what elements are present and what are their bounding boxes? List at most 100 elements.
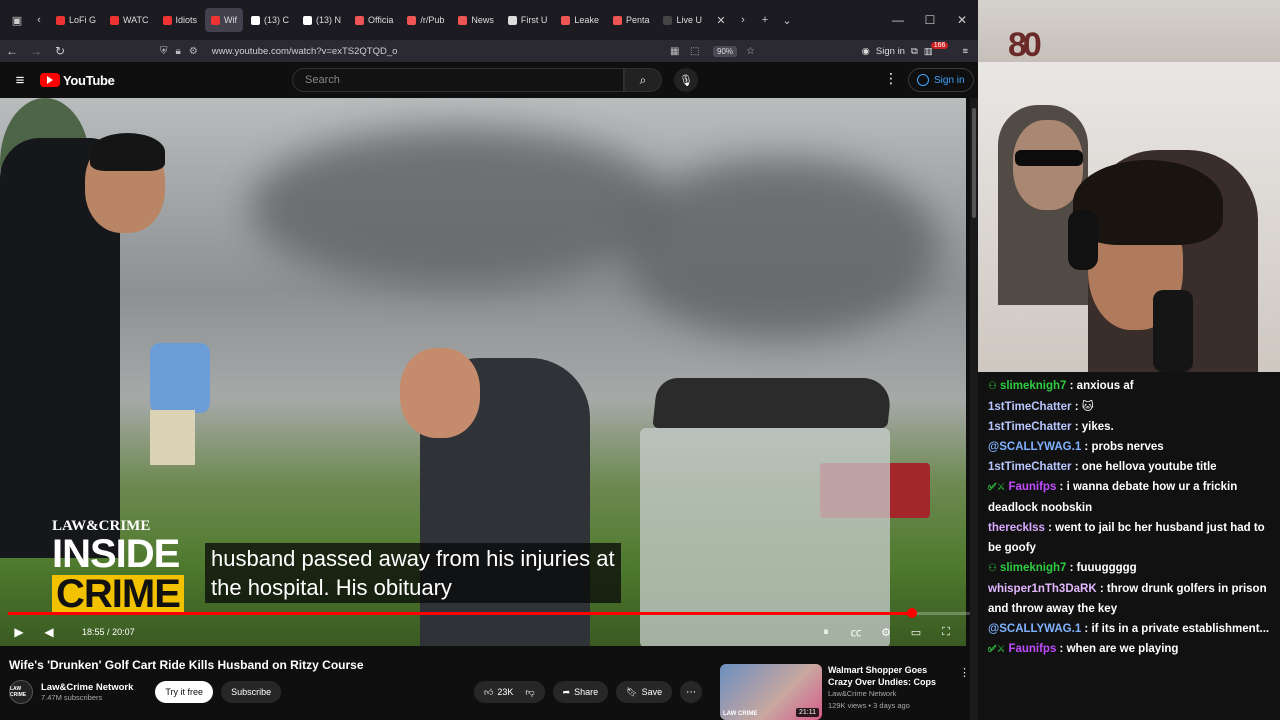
thumbs-down-icon[interactable]: 👎︎: [525, 687, 534, 698]
share-button[interactable]: ➦ Share: [552, 681, 609, 703]
youtube-sign-in-button[interactable]: Sign in: [908, 68, 974, 92]
settings-gear-icon[interactable]: ⚙: [874, 620, 898, 644]
browser-tab[interactable]: Officia: [349, 8, 399, 32]
chat-username[interactable]: 1stTimeChatter: [988, 401, 1072, 413]
volume-icon[interactable]: ◀︎: [34, 620, 64, 644]
extensions-icon[interactable]: ⧉: [911, 46, 918, 57]
browser-tab[interactable]: (13) N: [297, 8, 347, 32]
chat-username[interactable]: thereckIss: [988, 522, 1045, 534]
maximize-icon[interactable]: ☐: [914, 0, 946, 40]
tab-favicon-icon: [110, 15, 119, 25]
account-icon[interactable]: ◉: [862, 46, 870, 57]
list-tabs-icon[interactable]: ⌄: [776, 8, 798, 32]
scrollbar-thumb[interactable]: [972, 108, 976, 218]
tab-scroll-right-icon[interactable]: ›: [732, 8, 754, 32]
chat-username[interactable]: slimeknigh7: [1000, 562, 1066, 574]
autoplay-toggle-icon[interactable]: ⏸: [814, 620, 838, 644]
chat-message: ✅︎⚔ Faunifps : when are we playing: [988, 639, 1272, 660]
browser-tab[interactable]: Idiots: [157, 8, 204, 32]
video-actions: 👍︎ 23K 👎︎ ➦ Share 🔖︎ Save ⋯: [474, 681, 703, 703]
browser-tab[interactable]: (13) C: [245, 8, 295, 32]
browser-tab[interactable]: /r/Pub: [401, 8, 450, 32]
picture-icon[interactable]: ▦: [670, 46, 679, 57]
try-free-button[interactable]: Try it free: [155, 681, 214, 703]
chat-username[interactable]: 1stTimeChatter: [988, 421, 1072, 433]
video-golf-cart-roof: [652, 378, 893, 428]
page-scrollbar[interactable]: [970, 98, 978, 720]
search-icon: ⌕: [639, 72, 647, 87]
video-player[interactable]: LAW&CRIME INSIDE CRIME husband passed aw…: [0, 98, 966, 646]
back-icon[interactable]: ←: [0, 40, 24, 62]
tab-close-icon[interactable]: ✕: [710, 8, 732, 32]
search-input[interactable]: Search: [292, 68, 624, 92]
tab-label: Live U: [676, 15, 702, 25]
chat-separator: :: [1066, 562, 1077, 574]
chat-username[interactable]: @SCALLYWAG.1: [988, 623, 1081, 635]
play-icon[interactable]: ▶: [4, 620, 34, 644]
like-button[interactable]: 👍︎ 23K 👎︎: [474, 681, 545, 703]
tab-overview-icon[interactable]: ▣: [6, 8, 28, 32]
menu-icon[interactable]: ≡: [962, 46, 968, 57]
tab-label: /r/Pub: [420, 15, 445, 25]
recommended-video[interactable]: LAW CRIME 21:11 Walmart Shopper Goes Cra…: [720, 664, 970, 720]
browser-tab[interactable]: Penta: [607, 8, 656, 32]
subscribe-button[interactable]: Subscribe: [221, 681, 282, 703]
bookmark-star-icon[interactable]: ☆: [746, 46, 755, 57]
browser-tab[interactable]: First U: [502, 8, 554, 32]
browser-tab[interactable]: LoFi G: [50, 8, 102, 32]
chat-username[interactable]: slimeknigh7: [1000, 380, 1066, 392]
theater-mode-icon[interactable]: ▭: [904, 620, 928, 644]
chat-panel: ⚇ slimeknigh7 : anxious af 1stTimeChatter …: [978, 372, 1280, 720]
browser-tab[interactable]: News: [452, 8, 500, 32]
recommended-menu-icon[interactable]: ⋮: [959, 666, 970, 679]
permissions-icon[interactable]: ⚙: [189, 46, 198, 57]
close-window-icon[interactable]: ✕: [946, 0, 978, 40]
recommended-title[interactable]: Walmart Shopper Goes Crazy Over Undies: …: [828, 664, 948, 688]
recommended-thumbnail[interactable]: LAW CRIME 21:11: [720, 664, 822, 720]
tab-favicon-icon: [663, 15, 673, 25]
browser-tab[interactable]: Wif: [205, 8, 244, 32]
lock-icon[interactable]: 🔒︎: [176, 46, 181, 57]
browser-tab[interactable]: Leake: [555, 8, 605, 32]
reload-icon[interactable]: ↻: [48, 40, 72, 62]
settings-kebab-icon[interactable]: ⋮: [884, 70, 898, 87]
fullscreen-icon[interactable]: ⛶: [934, 620, 958, 644]
screenshot-icon[interactable]: ⬚: [690, 46, 699, 57]
chat-username[interactable]: 1stTimeChatter: [988, 461, 1072, 473]
caption-line-2: the hospital. His obituary: [211, 575, 452, 600]
voice-search-button[interactable]: 🎙︎: [674, 68, 698, 92]
tab-favicon-icon: [251, 15, 261, 25]
tab-scroll-left-icon[interactable]: ‹: [28, 8, 50, 32]
channel-avatar[interactable]: LAW CRIME: [9, 680, 33, 704]
forward-icon[interactable]: →: [24, 40, 48, 62]
browser-tab[interactable]: Live U: [657, 8, 708, 32]
shield-icon[interactable]: ⛨: [160, 46, 168, 57]
chat-username[interactable]: @SCALLYWAG.1: [988, 441, 1081, 453]
chat-username[interactable]: Faunifps: [1008, 481, 1056, 493]
video-progress-bar[interactable]: [8, 608, 970, 618]
tab-label: Leake: [574, 15, 599, 25]
chat-message: ⚇ slimeknigh7 : anxious af: [988, 376, 1272, 397]
new-tab-icon[interactable]: +: [754, 8, 776, 32]
url-text[interactable]: www.youtube.com/watch?v=exTS2QTQD_o: [212, 46, 398, 57]
youtube-logo[interactable]: YouTube: [40, 73, 115, 88]
hamburger-menu-icon[interactable]: ≡: [0, 72, 40, 89]
save-button[interactable]: 🔖︎ Save: [616, 681, 673, 703]
chat-separator: :: [1071, 421, 1082, 433]
search-button[interactable]: ⌕: [624, 68, 662, 92]
minimize-icon[interactable]: —: [882, 0, 914, 40]
browser-sign-in[interactable]: Sign in: [876, 46, 905, 57]
chat-username[interactable]: whisper1nTh3DaRK: [988, 583, 1097, 595]
chat-separator: :: [1056, 643, 1067, 655]
url-bar[interactable]: ⛨ 🔒︎ ⚙ www.youtube.com/watch?v=exTS2QTQD…: [150, 40, 770, 62]
browser-tab[interactable]: WATC: [104, 8, 155, 32]
zoom-level[interactable]: 90%: [713, 45, 738, 57]
more-actions-icon[interactable]: ⋯: [680, 681, 703, 703]
chat-username[interactable]: Faunifps: [1008, 643, 1056, 655]
chat-separator: :: [1071, 461, 1082, 473]
sign-in-label: Sign in: [934, 74, 965, 86]
webcam-overlay: 80: [978, 0, 1280, 372]
channel-name[interactable]: Law&Crime Network: [41, 682, 133, 693]
video-caption: husband passed away from his injuries at…: [205, 543, 621, 603]
captions-icon[interactable]: ㏄: [844, 620, 868, 644]
